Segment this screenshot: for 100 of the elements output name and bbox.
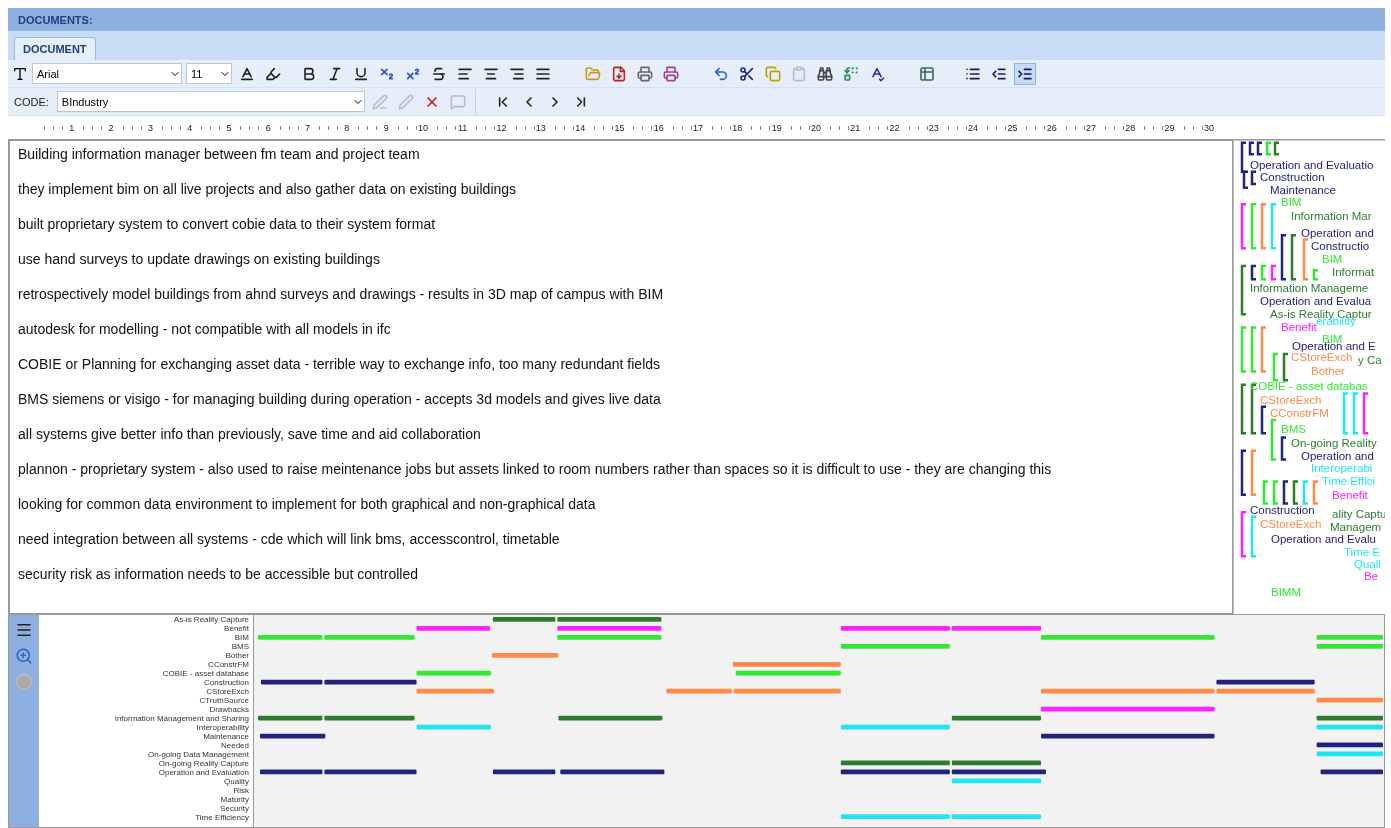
code-row-label: CStoreExch [206,687,249,696]
ruler-number: 20 [809,122,822,133]
speech-bubble-icon [449,93,466,110]
code-label[interactable]: Operation and Evalu [1271,533,1376,547]
code-label[interactable]: On-going Reality [1291,436,1377,450]
paragraph: need integration between all systems - cde which will link bms, accesscontrol, timetable [18,530,561,548]
code-label[interactable]: Managem [1330,521,1382,535]
ruler-number: 6 [264,122,272,133]
indent-button[interactable] [1014,62,1036,85]
paragraph: retrospectively model buildings from ahnd surveys and drawings - results in 3D map of campus with BIM [18,285,665,303]
ruler-number: 17 [692,122,705,133]
find-icon [817,65,833,82]
code-row-label: Construction [204,678,249,687]
folder-icon [585,65,601,82]
italic-icon [327,65,343,82]
code-row-label: CTruthSource [199,696,249,705]
code-row-label: Benefit [224,624,249,633]
ruler-number: 2 [107,122,115,133]
code-label[interactable]: ality Captu [1332,507,1385,521]
ruler-number: 9 [382,122,390,133]
ruler-number: 11 [456,122,469,133]
code-label[interactable]: y Ca [1358,353,1382,367]
ruler-number: 3 [146,122,154,133]
copy-icon [765,65,781,82]
font-size-select[interactable]: 11 [186,63,232,84]
code-label[interactable]: Operation and Evalua [1260,295,1372,308]
ruler-number: 19 [770,122,783,133]
code-row-label: Drawbacks [209,705,249,714]
ruler-number: 21 [849,122,862,133]
paragraph: use hand surveys to update drawings on existing buildings [18,250,381,268]
ruler-number: 8 [343,122,351,133]
paragraph: all systems give better info than previously, save time and aid collaboration [18,425,482,443]
ruler-number: 12 [495,122,508,133]
paragraph: security risk as information needs to be accessible but controlled [18,565,419,583]
code-row-label: On-going Data Management [148,750,249,759]
ruler-number: 13 [534,122,547,133]
text-style-icon [239,65,255,82]
code-label[interactable]: Be [1364,570,1379,584]
cut-icon [739,65,755,82]
code-label[interactable]: Operation and [1301,449,1374,463]
code-row-label: BMS [231,642,249,651]
code-label[interactable]: Information Mar [1291,209,1372,223]
paste-icon [791,65,807,82]
menu-icon [15,621,33,639]
code-label[interactable]: Maintenance [1270,184,1336,198]
code-label[interactable]: Benefit [1332,488,1368,502]
ruler-number: 23 [927,122,940,133]
ruler-number: 18 [731,122,744,133]
ruler-number: 26 [1045,122,1058,133]
paragraph: COBIE or Planning for exchanging asset data - terrible way to exchange info, too many redundant fields [18,355,662,373]
code-row-label: BIM [234,633,249,642]
print-preview-icon [663,65,679,82]
zoom-in-icon [15,647,33,665]
paragraph: they implement bim on all live projects and also gather data on existing buildings [18,180,518,198]
undo-icon [713,65,729,82]
paragraph: BMS siemens or visigo - for managing building during operation - accepts 3d models and gives live data [18,390,662,408]
code-select[interactable]: BIndustry [56,91,365,112]
code-row-label: CConstrFM [208,660,249,669]
code-row-label: Risk [233,786,249,795]
code-label: CODE: [13,95,50,108]
bold-icon [301,65,317,82]
document-tab[interactable]: DOCUMENT [14,37,96,60]
ruler-number: 24 [967,122,980,133]
code-label[interactable]: Construction [1250,504,1315,518]
ruler-number: 4 [186,122,194,133]
code-row-label: Maturity [220,795,249,804]
ruler-number: 16 [652,122,665,133]
ruler-number: 14 [574,122,587,133]
code-label[interactable]: Informat [1332,265,1375,279]
pen-icon [397,93,414,110]
ruler-number: 5 [225,122,233,133]
pen-icon [371,93,388,110]
code-label[interactable]: Construction [1260,170,1325,184]
code-row-label: Security [220,804,249,813]
font-family-select[interactable]: Arial [32,63,182,84]
code-row-label: COBIE - asset database [162,669,249,678]
code-label[interactable]: Operation and [1301,227,1374,241]
paragraph: autodesk for modelling - not compatible with all models in ifc [18,320,392,338]
ruler-number: 29 [1163,122,1176,133]
ruler-number: 28 [1124,122,1137,133]
code-row-label: Needed [220,741,249,750]
ruler-number: 30 [1202,122,1215,133]
strikethrough-icon [431,65,447,82]
panel-title: DOCUMENTS: [8,8,1385,31]
code-row-label: Time Efficiency [195,813,249,822]
paragraph: looking for common data environment to implement for both graphical and non-graphical data [18,495,597,513]
printer-icon [637,65,653,82]
code-row-label: Bother [225,651,249,660]
ruler-number: 22 [888,122,901,133]
code-label[interactable]: Operation and Evaluatio [1250,158,1374,172]
highlighter-icon [265,65,281,82]
code-row-label: Maintenance [203,732,249,741]
underline-icon [353,65,369,82]
ruler-number: 25 [1006,122,1019,133]
code-label[interactable]: Constructio [1311,240,1370,254]
code-row-label: As-is Reality Capture [173,615,249,624]
code-label[interactable]: Information Manageme [1250,281,1369,295]
ruler-number: 27 [1085,122,1097,133]
code-row-label: Quality [224,777,249,786]
code-label[interactable]: Benefit [1281,320,1317,334]
